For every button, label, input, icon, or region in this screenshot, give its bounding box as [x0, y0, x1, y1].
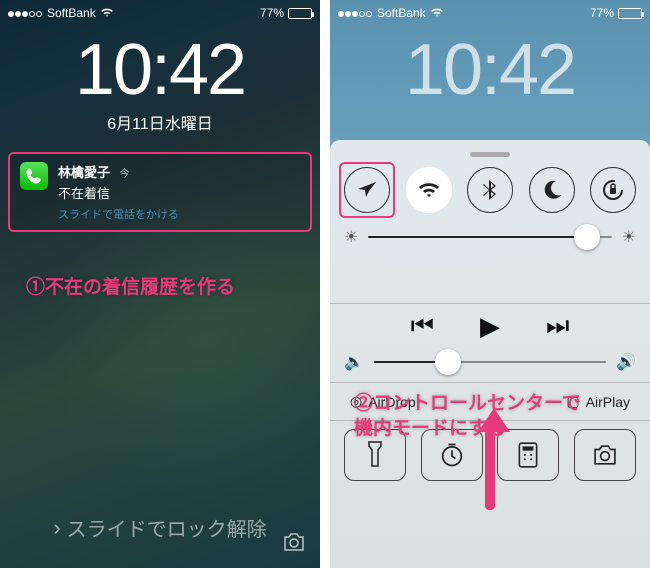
signal-dots-icon: [338, 6, 373, 20]
volume-slider[interactable]: 🔈 🔊: [344, 352, 636, 372]
notification-slide-hint: スライドで電話をかける: [58, 206, 300, 222]
brightness-high-icon: ☀: [622, 227, 636, 247]
control-center-phone: SoftBank 77% 10:42: [330, 0, 650, 568]
grabber-handle[interactable]: [470, 152, 510, 157]
lockscreen-clock-faint: 10:42: [330, 34, 650, 106]
camera-shortcut-icon[interactable]: [282, 532, 306, 558]
brightness-slider[interactable]: ☀ ☀: [344, 227, 636, 247]
signal-dots-icon: [8, 6, 43, 20]
wifi-icon: [430, 6, 444, 21]
clock-time: 10:42: [0, 34, 320, 106]
annotation-step-2: ②コントロールセンターで 機内モードにする: [354, 392, 581, 441]
lockscreen-clock: 10:42 6月11日水曜日: [0, 34, 320, 134]
control-center-panel: ☀ ☀ ②コントロールセンターで 機内モードにする ⏮ ▶ ⏭ 🔈 🔊 ◎ Ai…: [330, 140, 650, 568]
carrier-label: SoftBank: [377, 6, 426, 20]
clock-time: 10:42: [330, 34, 650, 106]
status-bar: SoftBank 77%: [330, 0, 650, 22]
clock-date: 6月11日水曜日: [0, 110, 320, 134]
do-not-disturb-toggle[interactable]: [529, 167, 575, 213]
battery-indicator: 77%: [260, 6, 312, 20]
media-controls: ⏮ ▶ ⏭: [344, 310, 636, 342]
toggle-row: [344, 167, 636, 213]
volume-low-icon: 🔈: [344, 352, 364, 372]
notification-caller: 林檎愛子: [58, 165, 110, 180]
missed-call-notification[interactable]: 林檎愛子 今 不在着信 スライドで電話をかける: [8, 152, 312, 232]
battery-pct: 77%: [260, 6, 284, 20]
carrier-label: SoftBank: [47, 6, 96, 20]
wifi-toggle[interactable]: [406, 167, 452, 213]
battery-pct: 77%: [590, 6, 614, 20]
camera-shortcut[interactable]: [574, 429, 636, 481]
notification-status: 不在着信: [58, 183, 300, 202]
airplane-mode-toggle[interactable]: [344, 167, 390, 213]
notification-time: 今: [120, 169, 130, 180]
lockscreen-phone: SoftBank 77% 10:42 6月11日水曜日 林檎愛子 今 不在着信 …: [0, 0, 320, 568]
phone-icon: [20, 162, 48, 190]
next-track-button[interactable]: ⏭: [546, 310, 569, 342]
prev-track-button[interactable]: ⏮: [411, 310, 434, 342]
wifi-icon: [100, 6, 114, 21]
slide-to-unlock[interactable]: › スライドでロック解除: [0, 513, 320, 542]
volume-high-icon: 🔊: [616, 352, 636, 372]
unlock-label: スライドでロック解除: [67, 513, 267, 542]
rotation-lock-toggle[interactable]: [590, 167, 636, 213]
bluetooth-toggle[interactable]: [467, 167, 513, 213]
status-bar: SoftBank 77%: [0, 0, 320, 22]
airplay-label: AirPlay: [586, 394, 630, 410]
chevron-right-icon: ›: [53, 515, 60, 541]
play-button[interactable]: ▶: [480, 311, 500, 342]
brightness-low-icon: ☀: [344, 227, 358, 247]
battery-indicator: 77%: [590, 6, 642, 20]
annotation-step-1: ①不在の着信履歴を作る: [26, 272, 235, 299]
